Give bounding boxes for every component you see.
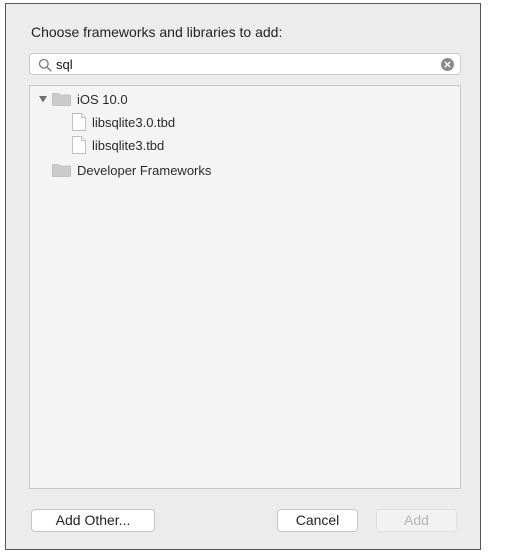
tree-item-label: libsqlite3.tbd [92,137,165,153]
search-icon [38,58,52,72]
add-other-button[interactable]: Add Other... [31,509,155,532]
tree-item-label: libsqlite3.0.tbd [92,114,176,130]
tree-group-label: iOS 10.0 [77,91,128,107]
tree-group-label: Developer Frameworks [77,162,212,178]
folder-icon [52,163,71,177]
folder-icon [52,92,71,106]
search-field[interactable] [29,53,461,75]
file-icon [72,136,86,154]
tree-group-developer-frameworks[interactable]: Developer Frameworks [52,160,211,180]
tree-item-libsqlite3-0[interactable]: libsqlite3.0.tbd [72,112,175,132]
dialog-prompt: Choose frameworks and libraries to add: [31,24,283,40]
add-button[interactable]: Add [376,509,457,532]
cancel-button[interactable]: Cancel [277,509,358,532]
file-icon [72,113,86,131]
add-frameworks-dialog: Choose frameworks and libraries to add: … [5,3,481,550]
tree-item-libsqlite3[interactable]: libsqlite3.tbd [72,135,164,155]
framework-list[interactable]: iOS 10.0 libsqlite3.0.tbd libsqlite3.tbd… [29,85,461,489]
disclosure-triangle-expanded-icon[interactable] [38,94,48,104]
tree-group-ios[interactable]: iOS 10.0 [38,89,128,109]
clear-search-icon[interactable] [441,58,454,71]
search-input[interactable] [56,56,436,72]
